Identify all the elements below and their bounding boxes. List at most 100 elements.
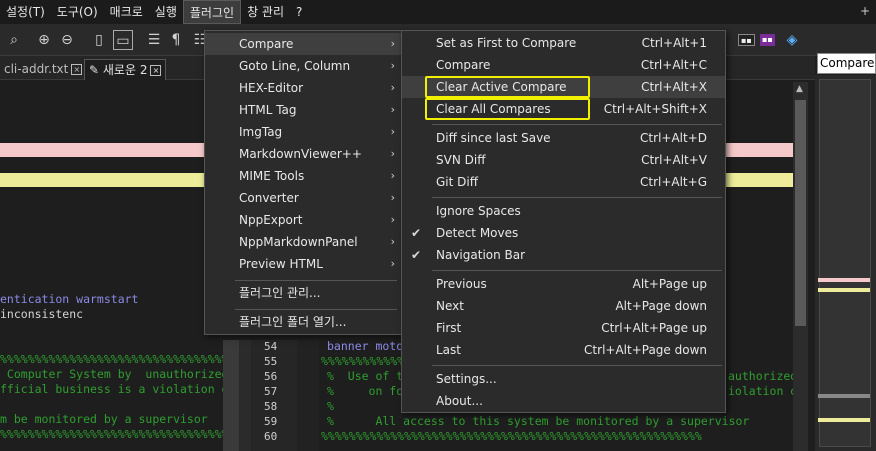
menu-tools[interactable]: 도구(O) <box>51 0 104 24</box>
find-icon[interactable]: ⌕ <box>4 30 24 50</box>
line-number: 60 <box>264 430 278 443</box>
menu-item-navigation-bar[interactable]: ✔ Navigation Bar <box>402 244 725 266</box>
menu-separator <box>432 365 722 366</box>
nav-marker-changed <box>818 288 870 292</box>
code-line: Computer System by unauthorized <box>0 367 229 381</box>
line-number: 58 <box>264 400 278 413</box>
close-icon[interactable]: × <box>71 64 83 75</box>
menu-item-diff-since-save[interactable]: Diff since last Save Ctrl+Alt+D <box>402 127 725 149</box>
menu-item-hex-editor[interactable]: HEX-Editor › <box>205 77 401 99</box>
code-line: %%%%%%%%%%%%%%%%%%%%%%%%%%%%%%%%%%%%%%%%… <box>0 427 223 441</box>
menu-item-first[interactable]: First Ctrl+Alt+Page up <box>402 317 725 339</box>
line-number: 54 <box>264 340 278 353</box>
menu-item-html-tag[interactable]: HTML Tag › <box>205 99 401 121</box>
chevron-right-icon: › <box>390 257 395 270</box>
menu-item-ignore-spaces[interactable]: Ignore Spaces <box>402 200 725 222</box>
plugin-toolbar-icon-2[interactable]: ▪▪ <box>760 34 775 46</box>
menu-item-nppmarkdownpanel[interactable]: NppMarkdownPanel › <box>205 231 401 253</box>
code-line: m be monitored by a supervisor <box>0 412 208 426</box>
navigation-bar-frame <box>819 79 871 447</box>
compare-panel-tab[interactable]: Compare Pa <box>817 53 876 74</box>
menu-item-git-diff[interactable]: Git Diff Ctrl+Alt+G <box>402 171 725 193</box>
fold-margin <box>297 340 319 451</box>
code-line: % Use of t <box>327 369 404 383</box>
tab-cli-addr[interactable]: cli-addr.txt × <box>0 59 86 80</box>
code-line: banner moto <box>327 339 404 353</box>
line-number: 56 <box>264 370 278 383</box>
scrollbar-thumb[interactable] <box>795 100 806 326</box>
menu-item-open-plugin-folder[interactable]: 플러그인 폴더 열기... <box>205 311 401 333</box>
code-line: fficial business is a violation o <box>0 382 229 396</box>
menu-item-last[interactable]: Last Ctrl+Alt+Page down <box>402 339 725 361</box>
line-number-gutter: 54 55 56 57 58 59 60 <box>251 340 297 451</box>
code-line: iolation o <box>728 384 798 398</box>
code-line: entication warmstart <box>0 292 139 306</box>
tab-label: cli-addr.txt <box>4 62 69 76</box>
menu-window[interactable]: 창 관리 <box>241 0 290 24</box>
menu-separator <box>432 270 722 271</box>
menu-item-svn-diff[interactable]: SVN Diff Ctrl+Alt+V <box>402 149 725 171</box>
menu-item-converter[interactable]: Converter › <box>205 187 401 209</box>
annotation-highlight-box <box>425 98 590 120</box>
menu-item-settings[interactable]: Settings... <box>402 368 725 390</box>
menu-item-goto-line[interactable]: Goto Line, Column › <box>205 55 401 77</box>
plugin-toolbar-icon-1[interactable]: ▪▪ <box>738 34 755 46</box>
menu-item-previous[interactable]: Previous Alt+Page up <box>402 273 725 295</box>
nav-marker-removed <box>818 278 870 282</box>
menu-item-about[interactable]: About... <box>402 390 725 412</box>
nav-marker <box>818 394 870 398</box>
menu-item-mime-tools[interactable]: MIME Tools › <box>205 165 401 187</box>
sync-scroll-icon[interactable]: ▯ <box>89 30 109 50</box>
navigation-icon[interactable]: ◈ <box>782 30 802 50</box>
menu-run[interactable]: 실행 <box>149 0 183 24</box>
tab-label: 새로운 2 <box>102 63 148 77</box>
menu-item-compare[interactable]: Compare Ctrl+Alt+C <box>402 54 725 76</box>
menu-help[interactable]: ? <box>290 0 308 24</box>
menu-separator <box>432 124 722 125</box>
code-line: %%%%%%%%%%%%%%%%%%%%%%%%%%%%%%%%%%%%%%%%… <box>321 429 702 443</box>
menu-item-set-first[interactable]: Set as First to Compare Ctrl+Alt+1 <box>402 32 725 54</box>
menu-item-next[interactable]: Next Alt+Page down <box>402 295 725 317</box>
pencil-icon: ✎ <box>89 63 100 77</box>
chevron-right-icon: › <box>390 191 395 204</box>
menu-item-nppexport[interactable]: NppExport › <box>205 209 401 231</box>
wrap-icon[interactable]: ▭ <box>113 30 133 50</box>
close-icon[interactable]: × <box>150 65 162 76</box>
menu-macro[interactable]: 매크로 <box>104 0 149 24</box>
menu-item-detect-moves[interactable]: ✔ Detect Moves <box>402 222 725 244</box>
add-icon[interactable]: + <box>860 4 870 18</box>
menu-item-preview-html[interactable]: Preview HTML › <box>205 253 401 275</box>
checkmark-icon: ✔ <box>411 226 422 240</box>
chevron-right-icon: › <box>390 59 395 72</box>
menu-plugins[interactable]: 플러그인 <box>182 0 242 24</box>
chevron-right-icon: › <box>390 169 395 182</box>
menu-item-imgtag[interactable]: ImgTag › <box>205 121 401 143</box>
chevron-right-icon: › <box>390 125 395 138</box>
split-divider[interactable] <box>223 340 239 451</box>
menu-settings[interactable]: 설정(T) <box>0 0 51 24</box>
plugins-dropdown-menu: Compare › Goto Line, Column › HEX-Editor › … <box>204 30 402 335</box>
zoom-in-icon[interactable]: ⊕ <box>34 30 54 50</box>
chevron-right-icon: › <box>390 81 395 94</box>
menu-item-plugin-admin[interactable]: 플러그인 관리... <box>205 282 401 304</box>
tab-new-2[interactable]: ✎ 새로운 2 × <box>84 59 167 80</box>
indent-guide-icon[interactable]: ☰ <box>144 30 164 50</box>
code-line: %%%%%%%%%%%%%%%%%%%%%%%%%%%%%%%%%%%%%%%%… <box>0 352 223 366</box>
line-number: 55 <box>264 355 278 368</box>
show-all-chars-icon[interactable]: ¶ <box>166 30 186 50</box>
code-line: authorized <box>728 369 798 383</box>
menu-separator <box>432 197 722 198</box>
code-line: % All access to this system be monitored… <box>327 414 750 428</box>
zoom-out-icon[interactable]: ⊖ <box>57 30 77 50</box>
menu-separator <box>235 309 397 310</box>
compare-submenu: Set as First to Compare Ctrl+Alt+1 Compar… <box>401 30 726 413</box>
code-line: inconsistenc <box>0 307 84 321</box>
chevron-right-icon: › <box>390 103 395 116</box>
scroll-up-icon[interactable]: ▲ <box>796 84 803 94</box>
menu-item-markdownviewer[interactable]: MarkdownViewer++ › <box>205 143 401 165</box>
menu-item-compare[interactable]: Compare › <box>205 33 401 55</box>
margin-column <box>239 340 251 451</box>
code-line: % on fo <box>327 384 404 398</box>
annotation-highlight-box <box>425 76 590 98</box>
code-line: % <box>327 399 334 413</box>
